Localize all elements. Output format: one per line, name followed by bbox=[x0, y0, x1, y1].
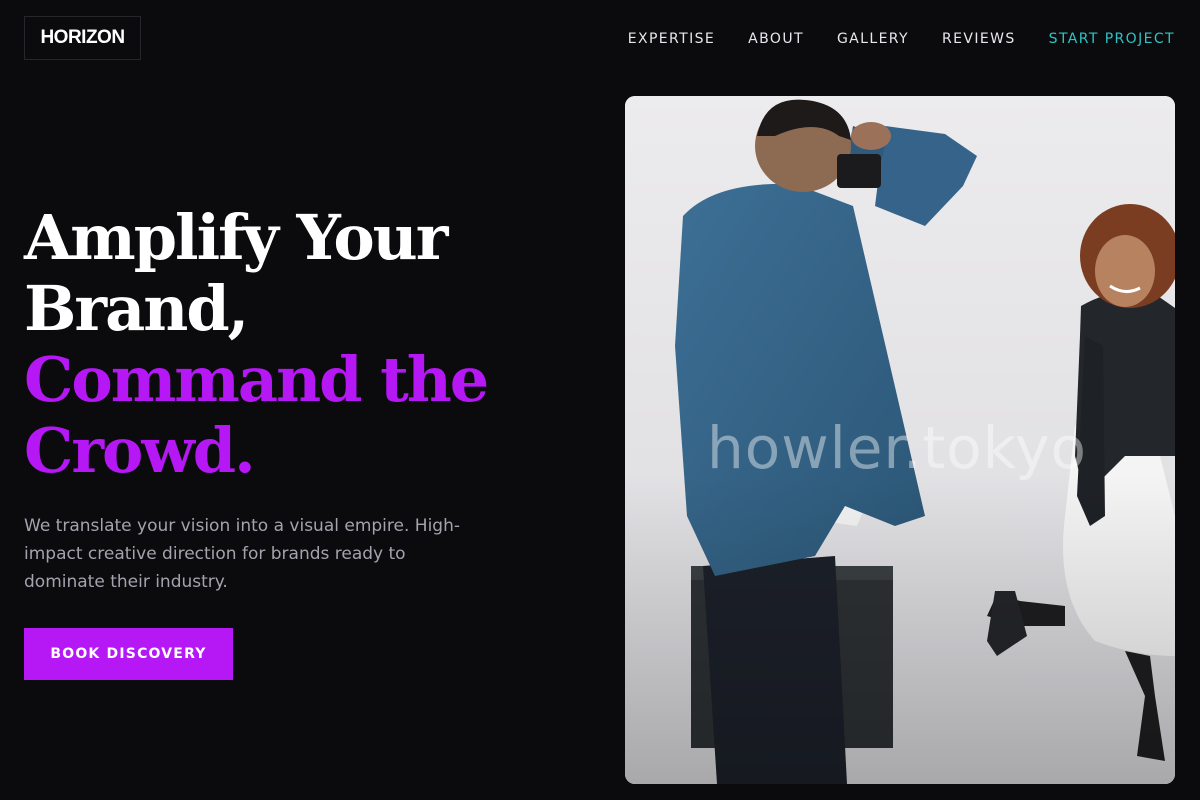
nav-item-gallery[interactable]: GALLERY bbox=[837, 29, 909, 49]
nav-item-reviews[interactable]: REVIEWS bbox=[942, 29, 1016, 49]
nav-item-start-project[interactable]: START PROJECT bbox=[1049, 29, 1175, 49]
nav-item-about[interactable]: ABOUT bbox=[748, 29, 804, 49]
headline-line-3: Command the bbox=[24, 343, 489, 416]
image-watermark: howler.tokyo bbox=[707, 414, 1087, 482]
headline-line-2: Brand, bbox=[24, 272, 249, 345]
nav-item-expertise[interactable]: EXPERTISE bbox=[628, 29, 715, 49]
hero-image: howler.tokyo bbox=[625, 96, 1175, 784]
hero-headline: Amplify Your Brand, Command the Crowd. bbox=[24, 201, 489, 487]
book-discovery-button[interactable]: BOOK DISCOVERY bbox=[24, 628, 233, 680]
logo[interactable]: HORIZON bbox=[24, 16, 141, 60]
headline-line-1: Amplify Your bbox=[24, 201, 448, 274]
landing-page: HORIZON EXPERTISE ABOUT GALLERY REVIEWS … bbox=[0, 0, 1200, 800]
main-nav: EXPERTISE ABOUT GALLERY REVIEWS START PR… bbox=[628, 29, 1175, 49]
hero-subtext: We translate your vision into a visual e… bbox=[24, 516, 460, 592]
headline-line-4: Crowd. bbox=[24, 414, 256, 487]
